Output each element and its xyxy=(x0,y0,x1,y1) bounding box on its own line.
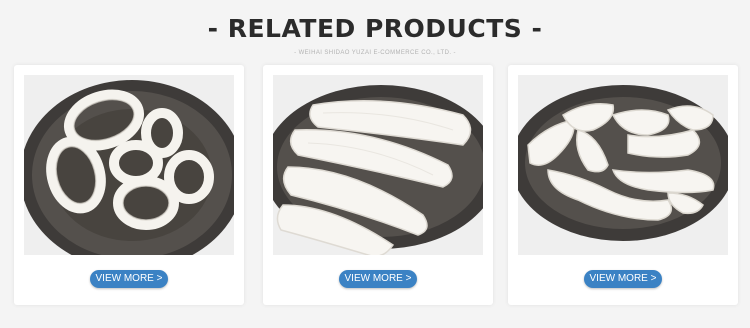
squid-tubes-photo-icon xyxy=(273,75,483,255)
view-more-button-3[interactable]: VIEW MORE > xyxy=(584,270,662,288)
product-image-2[interactable] xyxy=(273,75,483,255)
section-title: - RELATED PRODUCTS - xyxy=(207,14,543,43)
product-image-1[interactable] xyxy=(24,75,234,255)
squid-strips-photo-icon xyxy=(518,75,728,255)
product-card-2[interactable]: VIEW MORE > xyxy=(263,65,493,305)
product-card-3[interactable]: VIEW MORE > xyxy=(508,65,738,305)
view-more-button-1[interactable]: VIEW MORE > xyxy=(90,270,168,288)
view-more-button-2[interactable]: VIEW MORE > xyxy=(339,270,417,288)
section-header: - RELATED PRODUCTS - - WEIHAI SHIDAO YUZ… xyxy=(0,14,750,56)
section-subtitle: - WEIHAI SHIDAO YUZAI E-COMMERCE CO., LT… xyxy=(294,50,456,56)
squid-rings-photo-icon xyxy=(24,75,234,255)
product-image-3[interactable] xyxy=(518,75,728,255)
product-card-1[interactable]: VIEW MORE > xyxy=(14,65,244,305)
